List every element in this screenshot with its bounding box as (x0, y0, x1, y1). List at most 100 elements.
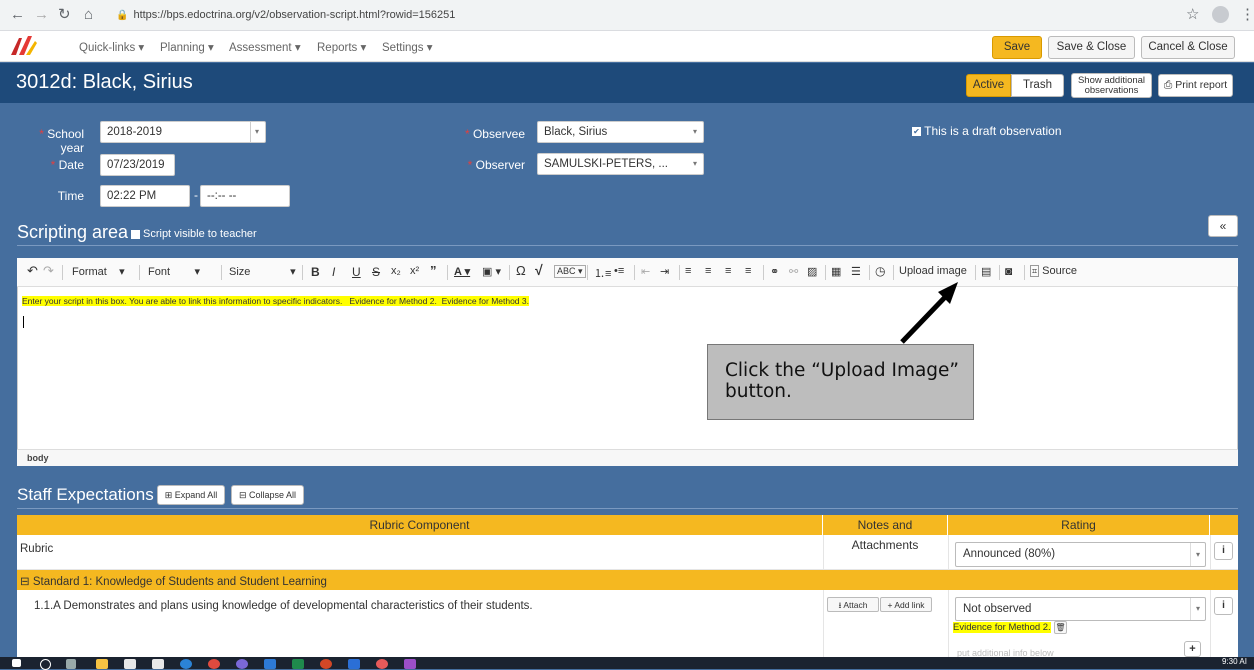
checkmark-icon[interactable]: √ (535, 262, 543, 278)
standard-row-label[interactable]: ⊟ Standard 1: Knowledge of Students and … (20, 574, 327, 588)
school-year-select[interactable]: 2018-2019 ▾ (100, 121, 266, 143)
align-left-icon[interactable]: ≡ (685, 265, 691, 277)
minus-box-icon: ⊟ (238, 490, 247, 500)
app-icon-purple[interactable] (236, 659, 248, 669)
strikethrough-icon[interactable]: S (372, 265, 380, 279)
expand-all-button[interactable]: ⊞ Expand All (157, 485, 225, 505)
draft-checkbox-row[interactable]: ✔ This is a draft observation (912, 124, 1062, 138)
superscript-icon[interactable]: x² (410, 265, 419, 277)
chevron-down-icon: ▾ (692, 127, 697, 136)
subscript-icon[interactable]: x₂ (391, 265, 401, 277)
task-view-icon[interactable] (66, 659, 76, 669)
align-center-icon[interactable]: ≡ (705, 265, 711, 277)
spellcheck-icon[interactable]: ABC ▾ (554, 265, 586, 278)
profile-avatar[interactable] (1212, 6, 1229, 23)
onenote-icon[interactable] (404, 659, 416, 669)
checkbox-checked-icon[interactable]: ✔ (912, 127, 921, 137)
text-color-icon[interactable]: A ▾ (454, 265, 470, 278)
upload-image-button[interactable]: Upload image (899, 265, 967, 277)
font-dropdown[interactable]: Font ▾ (148, 265, 200, 278)
underline-icon[interactable]: U (352, 265, 361, 279)
address-bar[interactable]: 🔒 https://bps.edoctrina.org/v2/observatio… (116, 5, 1176, 26)
menu-settings[interactable]: Settings ▾ (382, 40, 433, 54)
mail-icon[interactable] (152, 659, 164, 669)
source-button[interactable]: ⌗ Source (1030, 265, 1077, 277)
redo-icon[interactable]: ↷ (43, 263, 54, 279)
search-icon[interactable] (40, 659, 51, 670)
info-icon[interactable]: i (1214, 542, 1233, 560)
numbered-list-icon[interactable]: ⒈≡ (594, 265, 611, 281)
image-icon[interactable]: ▨ (807, 265, 817, 278)
script-editor[interactable] (17, 258, 1238, 466)
observee-select[interactable]: Black, Sirius ▾ (537, 121, 704, 143)
start-icon[interactable] (12, 659, 21, 667)
save-close-button[interactable]: Save & Close (1048, 36, 1135, 59)
word-icon[interactable] (264, 659, 276, 669)
back-icon[interactable]: ← (10, 6, 25, 24)
indicator-rating-select[interactable]: Not observed ▾ (955, 597, 1206, 621)
time-start-input[interactable]: 02:22 PM (100, 185, 190, 207)
bold-icon[interactable]: B (311, 265, 320, 279)
script-visible-checkbox-row[interactable]: Script visible to teacher (131, 228, 257, 240)
store-icon[interactable] (124, 659, 136, 669)
menu-planning[interactable]: Planning ▾ (160, 40, 214, 54)
table-icon[interactable]: ▦ (831, 265, 841, 278)
align-justify-icon[interactable]: ≡ (745, 265, 751, 277)
rubric-select[interactable]: Announced (80%) ▾ (955, 542, 1206, 567)
align-right-icon[interactable]: ≡ (725, 265, 731, 277)
attach-button[interactable]: ⭳ Attach (827, 597, 879, 612)
unlink-icon[interactable]: ⚯ (789, 265, 798, 278)
italic-icon[interactable]: I (332, 265, 335, 279)
observer-select[interactable]: SAMULSKI-PETERS, ... ▾ (537, 153, 704, 175)
size-dropdown[interactable]: Size ▾ (229, 265, 296, 278)
collapse-all-button[interactable]: ⊟ Collapse All (231, 485, 304, 505)
reload-icon[interactable]: ↻ (58, 6, 71, 24)
outdent-icon[interactable]: ⇤ (641, 265, 650, 278)
cancel-close-button[interactable]: Cancel & Close (1141, 36, 1235, 59)
undo-icon[interactable]: ↶ (27, 263, 38, 279)
blockquote-icon[interactable]: ” (430, 263, 437, 278)
app-icon-red[interactable] (376, 659, 388, 669)
powerpoint-icon[interactable] (320, 659, 332, 669)
kebab-menu-icon[interactable]: ⋮ (1240, 6, 1254, 24)
excel-icon[interactable] (292, 659, 304, 669)
save-button[interactable]: Save (992, 36, 1042, 59)
camera-icon[interactable]: ◙ (1005, 264, 1012, 278)
background-color-icon[interactable]: ▣ ▾ (482, 265, 501, 278)
add-evidence-plus-icon[interactable]: + (1184, 641, 1201, 657)
horizontal-line-icon[interactable]: ☰ (851, 265, 861, 278)
menu-reports[interactable]: Reports ▾ (317, 40, 366, 54)
menu-quick-links[interactable]: Quick-links ▾ (79, 40, 144, 54)
time-end-input[interactable]: --:-- -- (200, 185, 290, 207)
active-toggle[interactable]: Active (966, 74, 1011, 97)
forward-icon[interactable]: → (34, 6, 49, 24)
format-dropdown[interactable]: Format ▾ (72, 265, 125, 278)
add-link-button[interactable]: + Add link (880, 597, 932, 612)
evidence-method-2-link[interactable]: Evidence for Method 2. (349, 296, 436, 306)
indent-icon[interactable]: ⇥ (660, 265, 669, 278)
evidence-method-3-link[interactable]: Evidence for Method 3. (442, 296, 529, 306)
clock-icon[interactable]: ◷ (875, 264, 885, 278)
print-report-button[interactable]: ⎙ Print report (1158, 74, 1233, 97)
show-additional-observations-button[interactable]: Show additional observations (1071, 73, 1152, 98)
star-icon[interactable]: ☆ (1186, 6, 1199, 24)
indicator-evidence-link[interactable]: Evidence for Method 2. (953, 622, 1051, 633)
collapse-icon[interactable]: ⊟ (20, 576, 30, 588)
trash-icon[interactable]: 🗑 (1054, 621, 1067, 634)
home-icon[interactable]: ⌂ (84, 6, 93, 24)
trash-toggle[interactable]: Trash (1011, 74, 1064, 97)
date-input[interactable]: 07/23/2019 (100, 154, 175, 176)
edoctrina-logo-icon[interactable] (8, 35, 38, 57)
special-character-icon[interactable]: Ω (516, 263, 526, 278)
outlook-icon[interactable] (348, 659, 360, 669)
file-explorer-icon[interactable] (96, 659, 108, 669)
menu-assessment[interactable]: Assessment ▾ (229, 40, 301, 54)
link-icon[interactable]: ⚭ (770, 265, 779, 278)
collapse-panel-button[interactable]: « (1208, 215, 1238, 237)
chrome-icon[interactable] (208, 659, 220, 669)
info-icon[interactable]: i (1214, 597, 1233, 615)
templates-icon[interactable]: ▤ (981, 265, 991, 278)
bulleted-list-icon[interactable]: •≡ (614, 265, 624, 277)
checkbox-unchecked-icon[interactable] (131, 229, 140, 239)
edge-icon[interactable] (180, 659, 192, 669)
